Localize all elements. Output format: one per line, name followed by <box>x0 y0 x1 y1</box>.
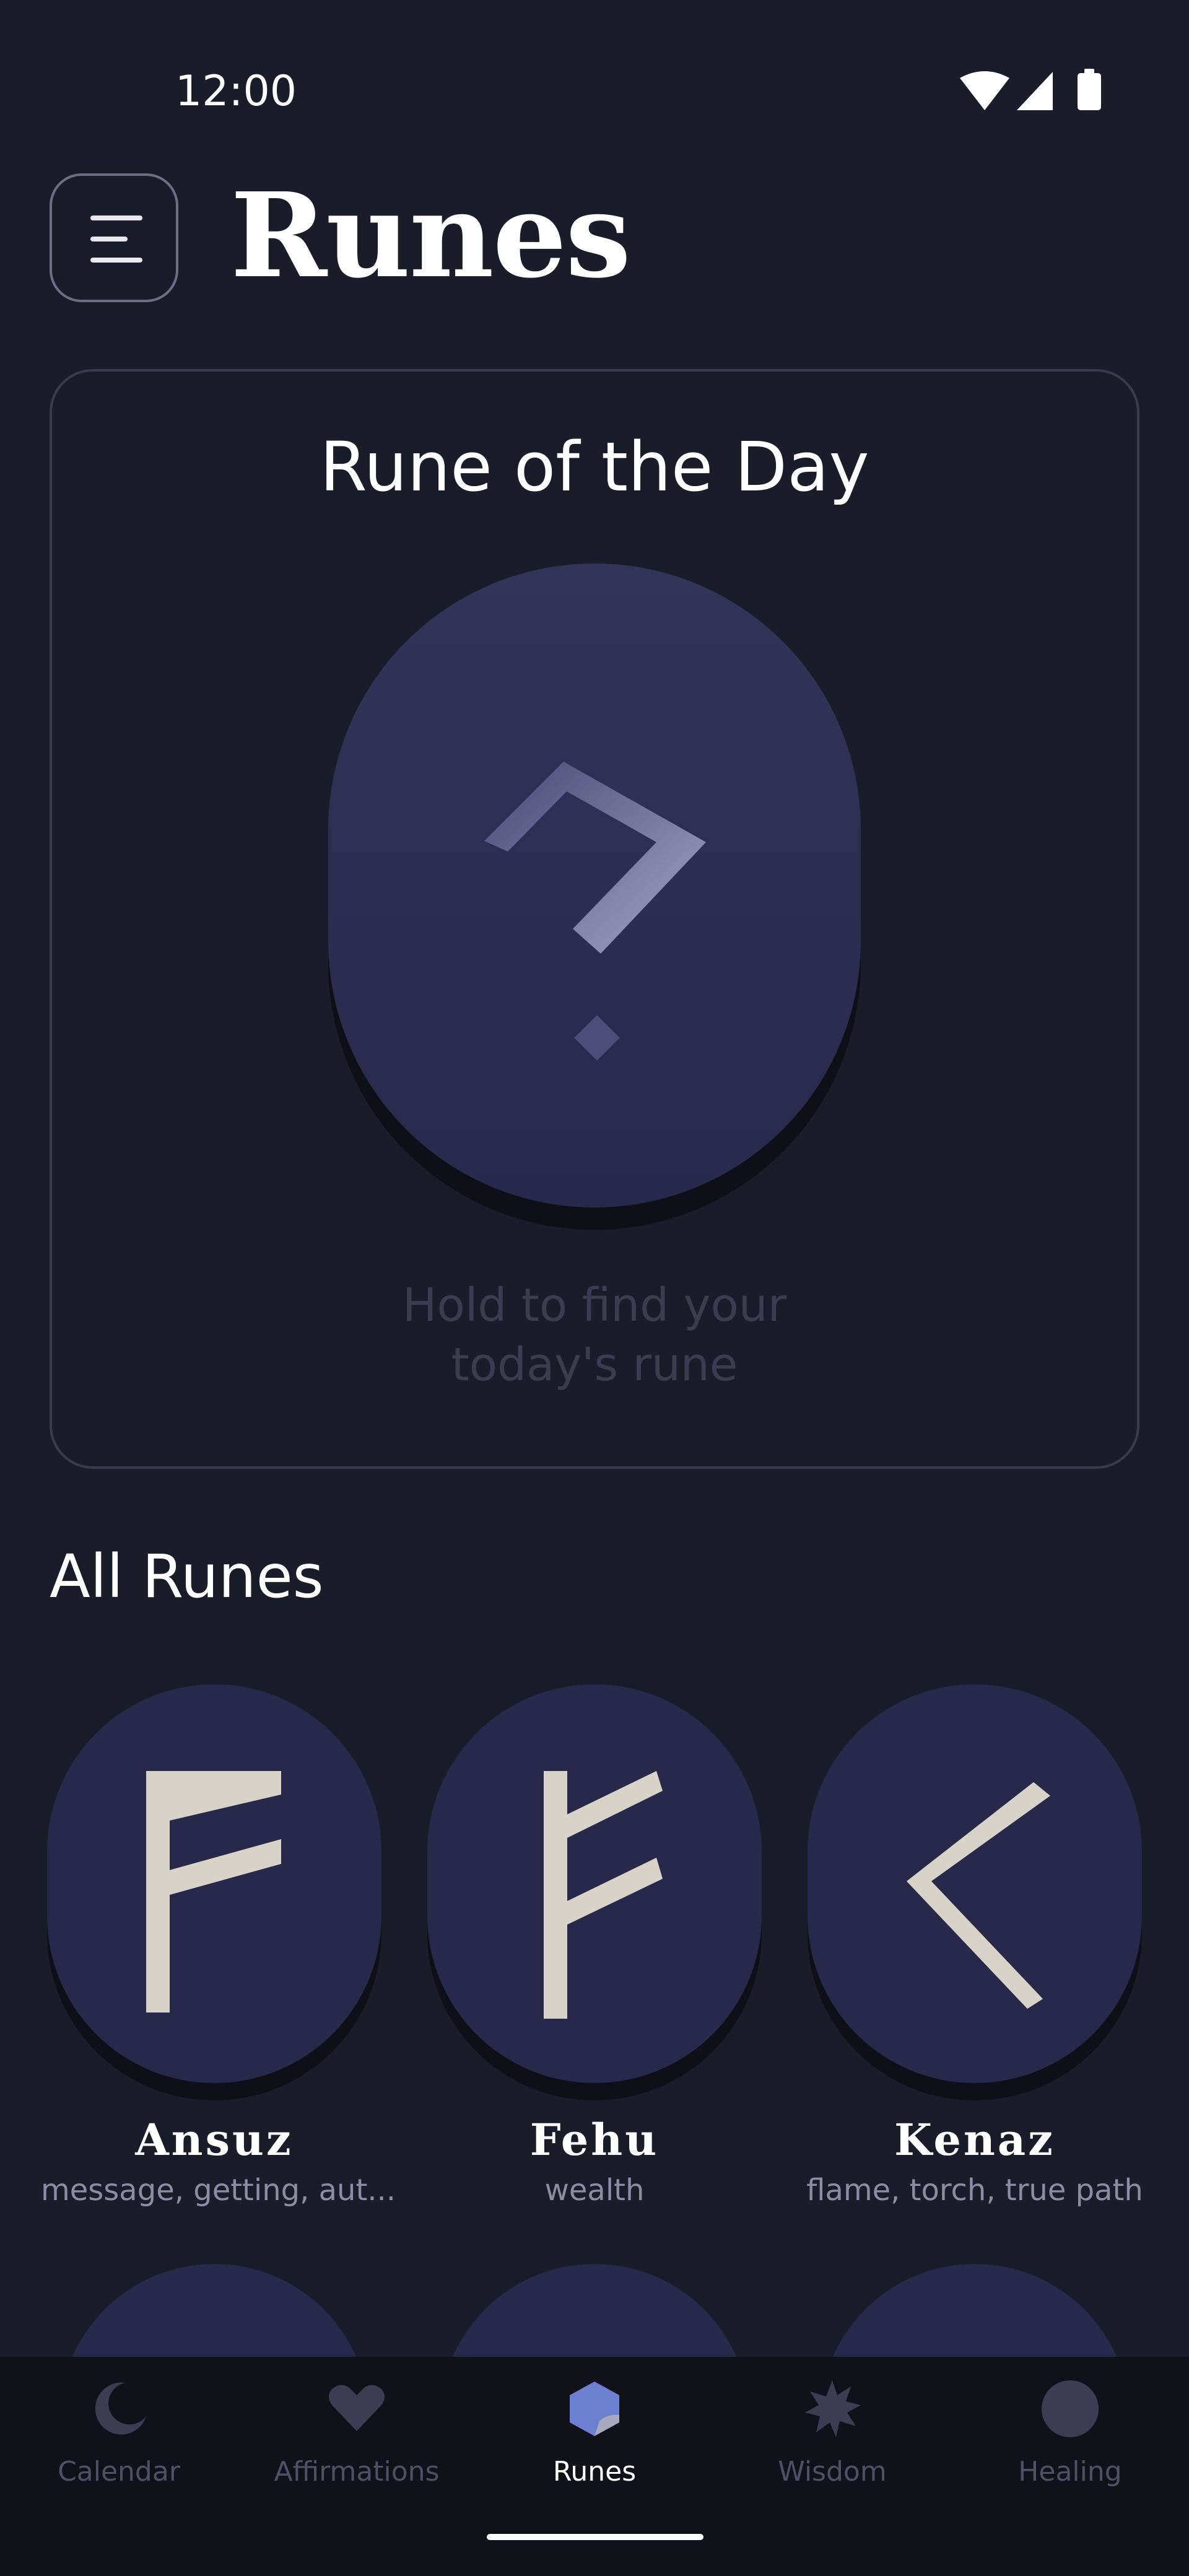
nav-affirmations[interactable]: Affirmations <box>238 2378 476 2487</box>
nav-label: Healing <box>1018 2456 1122 2487</box>
page-title: Runes <box>230 167 631 304</box>
kenaz-rune-icon <box>808 1684 1142 2100</box>
rune-of-the-day-hint: Hold to find your today's rune <box>402 1279 787 1391</box>
status-icons <box>960 69 1101 110</box>
nav-label: Affirmations <box>274 2456 440 2487</box>
rune-of-the-day-title: Rune of the Day <box>320 427 869 507</box>
rune-card-partial-2[interactable] <box>440 2264 749 2363</box>
heart-icon <box>329 2385 385 2431</box>
menu-button[interactable] <box>50 173 178 302</box>
rune-stone-icon <box>570 2382 619 2436</box>
nav-healing[interactable]: Healing <box>951 2378 1189 2487</box>
nav-label: Runes <box>552 2456 637 2487</box>
fehu-rune-icon <box>427 1684 762 2100</box>
rune-name: Ansuz <box>135 2114 294 2165</box>
rune-description: flame, torch, true path <box>806 2173 1143 2208</box>
nav-label: Calendar <box>58 2456 180 2487</box>
menu-icon <box>90 215 142 220</box>
all-runes-title: All Runes <box>50 1542 324 1611</box>
rune-name: Fehu <box>529 2114 660 2165</box>
ansuz-rune-icon <box>47 1684 381 2100</box>
nav-runes[interactable]: Runes <box>476 2378 713 2487</box>
nav-label: Wisdom <box>778 2456 887 2487</box>
rune-card-fehu[interactable]: Fehu wealth <box>421 1684 768 2208</box>
nav-calendar[interactable]: Calendar <box>0 2378 238 2487</box>
nav-wisdom[interactable]: Wisdom <box>713 2378 951 2487</box>
rune-card-kenaz[interactable]: Kenaz flame, torch, true path <box>801 1684 1148 2208</box>
rune-description: message, getting, aut... <box>41 2173 396 2208</box>
rune-card-partial-1[interactable] <box>59 2264 369 2363</box>
rune-card-ansuz[interactable]: Ansuz message, getting, aut... <box>41 1684 396 2208</box>
star-icon <box>805 2380 861 2437</box>
battery-icon <box>1078 73 1101 110</box>
rune-description: wealth <box>544 2173 645 2208</box>
wifi-icon <box>960 71 1009 110</box>
mystery-rune-stone[interactable] <box>328 564 861 1230</box>
status-time: 12:00 <box>175 67 297 116</box>
rune-name: Kenaz <box>894 2114 1055 2165</box>
rune-card-partial-3[interactable] <box>820 2264 1130 2363</box>
signal-icon <box>1017 72 1053 110</box>
moon-icon <box>95 2382 146 2435</box>
home-indicator[interactable] <box>487 2534 703 2540</box>
circle-icon <box>1042 2380 1099 2437</box>
